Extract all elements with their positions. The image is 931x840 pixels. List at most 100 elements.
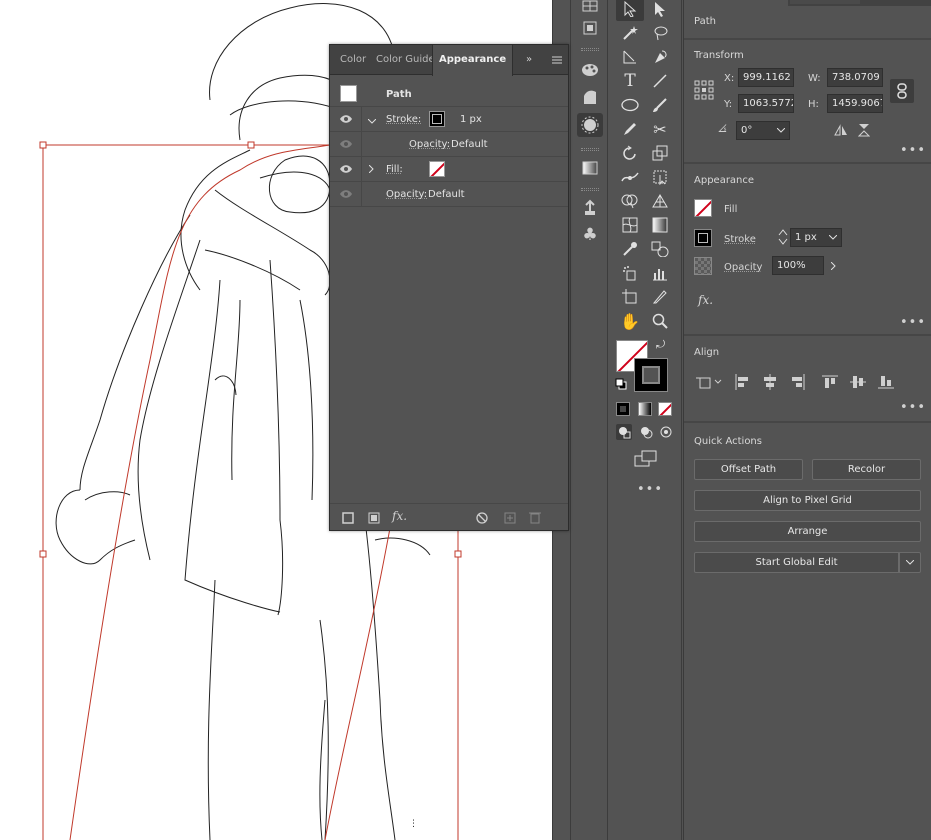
opacity-field[interactable]: 100%: [772, 256, 824, 275]
scale-tool-icon[interactable]: [646, 141, 674, 165]
swatches-palette-icon[interactable]: [577, 58, 603, 82]
symbol-sprayer-icon[interactable]: [616, 261, 644, 285]
opacity-label[interactable]: Opacity: [724, 262, 762, 273]
pen-tool-icon[interactable]: [616, 45, 644, 69]
stroke-stepper-icon[interactable]: [778, 228, 788, 249]
draw-behind-icon[interactable]: [638, 424, 654, 440]
align-vertical-center-icon[interactable]: [850, 374, 866, 393]
fill-label[interactable]: Fill:: [386, 164, 403, 175]
reference-point-icon[interactable]: [694, 80, 714, 100]
stroke-opacity-row[interactable]: Opacity: Default: [330, 132, 568, 157]
expand-stroke-chevron-icon[interactable]: [367, 116, 377, 127]
stroke-weight-value[interactable]: 1 px: [460, 114, 482, 125]
magic-wand-tool-icon[interactable]: [616, 21, 644, 45]
visibility-eye-icon[interactable]: [340, 164, 352, 177]
draw-inside-icon[interactable]: [658, 424, 674, 440]
arrange-button[interactable]: Arrange: [694, 521, 921, 542]
stroke-swatch[interactable]: [634, 358, 668, 392]
x-field[interactable]: 999.1162 p: [738, 68, 794, 87]
curvature-pen-icon[interactable]: [646, 45, 674, 69]
global-edit-options-dropdown[interactable]: [899, 552, 921, 573]
stroke-label[interactable]: Stroke: [724, 234, 756, 245]
visibility-eye-icon[interactable]: [340, 114, 352, 127]
free-transform-tool-icon[interactable]: [646, 165, 674, 189]
artboards-panel-icon[interactable]: [577, 16, 603, 40]
fx-button[interactable]: fx.: [698, 293, 713, 307]
scissors-tool-icon[interactable]: ✂: [646, 117, 674, 141]
h-field[interactable]: 1459.9067: [827, 94, 883, 113]
align-bottom-icon[interactable]: [878, 374, 894, 393]
edit-toolbar-more-icon[interactable]: •••: [637, 482, 663, 497]
tab-color[interactable]: Color: [334, 45, 372, 75]
ellipse-tool-icon[interactable]: [616, 93, 644, 117]
y-field[interactable]: 1063.5772 |: [738, 94, 794, 113]
align-horizontal-center-icon[interactable]: [762, 374, 778, 393]
align-more-options[interactable]: •••: [900, 400, 926, 415]
tab-appearance[interactable]: Appearance: [432, 45, 514, 76]
tab-color-guide[interactable]: Color Guide: [370, 45, 441, 75]
add-effect-fx-button[interactable]: fx.: [392, 509, 407, 523]
align-to-selection-icon[interactable]: [696, 374, 722, 393]
screen-mode-icon[interactable]: [634, 450, 658, 468]
dock-grip[interactable]: [581, 188, 599, 191]
slice-tool-icon[interactable]: [646, 285, 674, 309]
appearance-floating-panel[interactable]: Color Color Guide Appearance » Path Stro…: [329, 44, 569, 531]
opacity-row[interactable]: Opacity: Default: [330, 182, 568, 207]
align-left-icon[interactable]: [734, 374, 750, 393]
panel-menu-icon[interactable]: [552, 56, 562, 67]
gradient-panel-icon[interactable]: [577, 86, 603, 110]
swap-fill-stroke-icon[interactable]: ⤾: [656, 338, 665, 352]
color-mode-button[interactable]: [616, 402, 630, 416]
artboard-tool-icon[interactable]: [616, 285, 644, 309]
clear-appearance-icon[interactable]: [476, 512, 488, 527]
gradient-mode-button[interactable]: [638, 402, 652, 416]
stroke-label[interactable]: Stroke:: [386, 114, 421, 125]
opacity-expand-icon[interactable]: [824, 256, 842, 275]
default-fill-stroke-icon[interactable]: [615, 378, 627, 390]
shape-builder-tool-icon[interactable]: [616, 189, 644, 213]
add-new-stroke-icon[interactable]: [342, 512, 354, 527]
w-field[interactable]: 738.0709 p: [827, 68, 883, 87]
eyedropper-tool-icon[interactable]: [616, 237, 644, 261]
appearance-panel-icon[interactable]: [577, 113, 603, 137]
start-global-edit-button[interactable]: Start Global Edit: [694, 552, 899, 573]
angle-dropdown-icon[interactable]: [772, 121, 790, 140]
dock-grip[interactable]: [581, 48, 599, 51]
path-row[interactable]: Path: [330, 81, 568, 107]
transform-more-options[interactable]: •••: [900, 143, 926, 158]
flip-vertical-icon[interactable]: [857, 123, 871, 140]
type-tool-icon[interactable]: T: [616, 69, 644, 93]
appearance-more-options[interactable]: •••: [900, 315, 926, 330]
stroke-color-swatch[interactable]: [429, 111, 445, 127]
expand-fill-chevron-icon[interactable]: [368, 164, 374, 176]
fill-swatch-properties[interactable]: [694, 199, 712, 217]
visibility-eye-icon[interactable]: [340, 139, 352, 152]
column-graph-tool-icon[interactable]: [646, 261, 674, 285]
lasso-tool-icon[interactable]: [646, 21, 674, 45]
offset-path-button[interactable]: Offset Path: [694, 459, 803, 480]
stroke-swatch-properties[interactable]: [694, 229, 712, 247]
width-tool-icon[interactable]: [616, 165, 644, 189]
symbols-panel-icon[interactable]: [577, 196, 603, 220]
visibility-eye-icon[interactable]: [340, 189, 352, 202]
stroke-row[interactable]: Stroke: 1 px: [330, 107, 568, 132]
collapse-panel-icon[interactable]: »: [526, 54, 532, 65]
duplicate-item-icon[interactable]: [504, 512, 516, 527]
selection-tool-icon[interactable]: [616, 0, 644, 21]
line-segment-tool-icon[interactable]: [646, 69, 674, 93]
draw-normal-icon[interactable]: [616, 424, 632, 440]
add-new-fill-icon[interactable]: [368, 512, 380, 527]
direct-selection-tool-icon[interactable]: [646, 0, 674, 21]
align-right-icon[interactable]: [790, 374, 806, 393]
constrain-proportions-link-icon[interactable]: [890, 79, 914, 103]
dock-grip[interactable]: [581, 148, 599, 151]
paintbrush-tool-icon[interactable]: [646, 93, 674, 117]
blend-tool-icon[interactable]: [646, 237, 674, 261]
recolor-button[interactable]: Recolor: [812, 459, 921, 480]
zoom-tool-icon[interactable]: [646, 309, 674, 333]
delete-item-trash-icon[interactable]: [529, 511, 541, 527]
flip-horizontal-icon[interactable]: [834, 124, 848, 139]
rotate-tool-icon[interactable]: [616, 141, 644, 165]
fill-row[interactable]: Fill:: [330, 157, 568, 182]
stroke-weight-dropdown-icon[interactable]: [824, 228, 842, 247]
